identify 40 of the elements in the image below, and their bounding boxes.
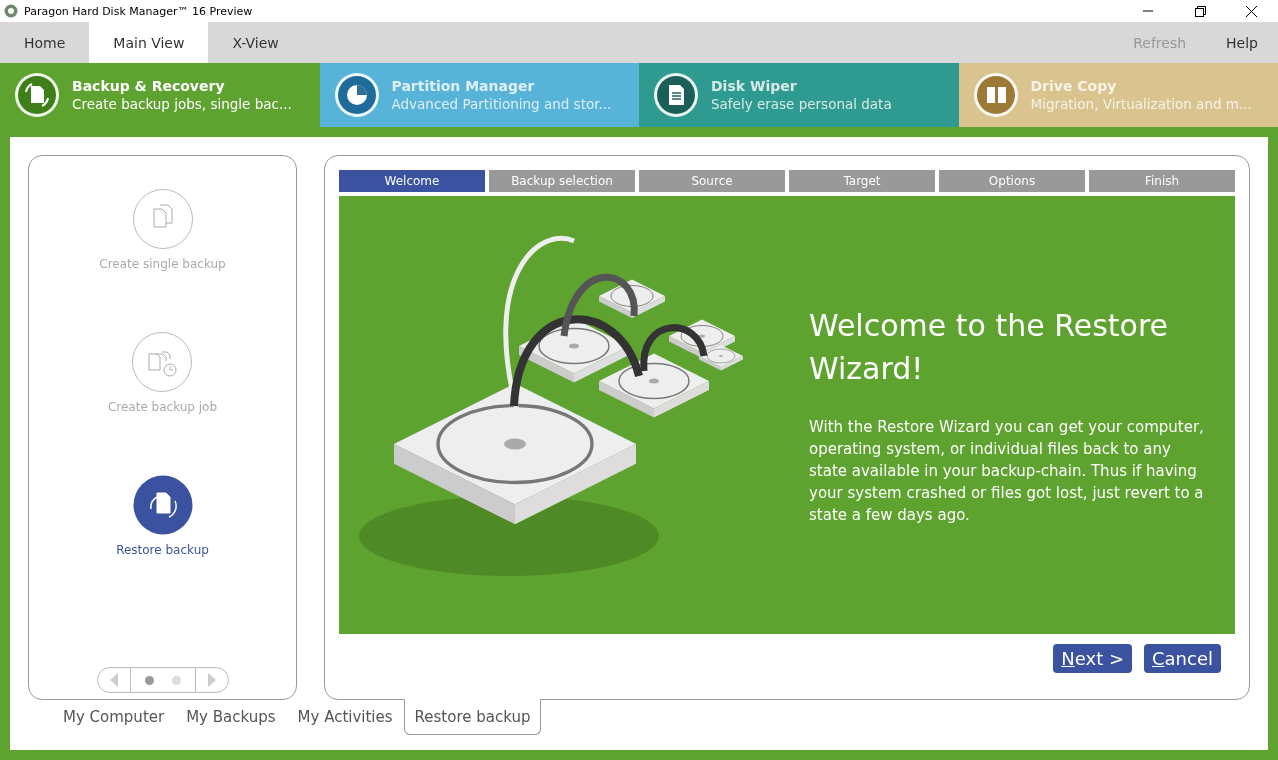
wizard-step: Target bbox=[789, 170, 935, 192]
document-icon bbox=[132, 332, 193, 392]
app-logo-icon bbox=[4, 4, 18, 18]
module-icon bbox=[653, 72, 699, 118]
tab[interactable]: Main View bbox=[89, 22, 209, 63]
module-subtitle: Advanced Partitioning and stor... bbox=[391, 96, 612, 112]
wizard-step: Backup selection bbox=[489, 170, 635, 192]
module-icon bbox=[972, 72, 1019, 118]
module-icon bbox=[333, 72, 380, 118]
wizard-step: Source bbox=[639, 170, 785, 192]
module-subtitle: Create backup jobs, single bac... bbox=[72, 96, 292, 112]
document-icon bbox=[132, 189, 193, 249]
tab[interactable]: X-View bbox=[208, 22, 303, 63]
next-arrow-icon[interactable] bbox=[207, 673, 216, 687]
module-subtitle: Migration, Virtualization and m... bbox=[1030, 96, 1252, 112]
page-dot[interactable] bbox=[171, 675, 181, 685]
wizard-step: Options bbox=[939, 170, 1085, 192]
action-item[interactable]: Restore backup bbox=[110, 474, 215, 617]
page-dot[interactable] bbox=[144, 675, 154, 685]
welcome-heading: Welcome to the Restore Wizard! bbox=[809, 307, 1170, 388]
bottom-tab[interactable]: My Activities bbox=[286, 699, 404, 735]
wizard-button[interactable]: Next > bbox=[1053, 644, 1132, 673]
toolbar-button[interactable]: Help bbox=[1206, 22, 1278, 63]
bottom-tab[interactable]: My Backups bbox=[175, 699, 287, 735]
module-title: Drive Copy bbox=[1030, 78, 1118, 94]
bottom-tab[interactable]: My Computer bbox=[52, 699, 176, 735]
wizard-step: Finish bbox=[1089, 170, 1235, 192]
module-icon bbox=[14, 72, 60, 118]
module-subtitle: Safely erase personal data bbox=[711, 96, 892, 112]
module-title: Disk Wiper bbox=[711, 78, 798, 94]
module-title: Partition Manager bbox=[391, 78, 536, 94]
window-title: Paragon Hard Disk Manager™ 16 Preview bbox=[24, 4, 253, 18]
module-title: Backup & Recovery bbox=[72, 78, 226, 94]
previous-arrow-icon[interactable] bbox=[109, 673, 118, 687]
tab[interactable]: Home bbox=[0, 22, 90, 63]
wizard-step: Welcome bbox=[339, 170, 485, 192]
welcome-text: With the Restore Wizard you can get your computer, operating system, or individual files back to any state available in your backup-chain. Thus if having your system crashed or files got lost, just revert to a state a few days ago. bbox=[809, 417, 1204, 526]
document-icon bbox=[132, 475, 193, 535]
wizard-button[interactable]: Cancel bbox=[1144, 644, 1221, 673]
bottom-tab[interactable]: Restore backup bbox=[403, 699, 542, 735]
